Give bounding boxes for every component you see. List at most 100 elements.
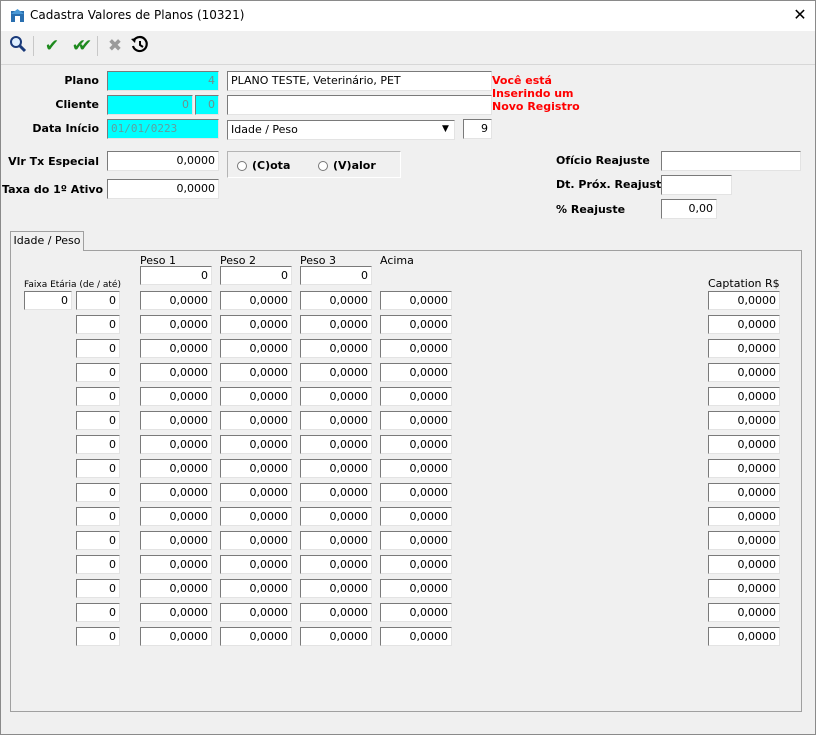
cliente-subcode-field[interactable]: 0 <box>195 95 219 115</box>
close-icon[interactable]: ✕ <box>788 3 812 27</box>
peso3-cell[interactable]: 0,0000 <box>300 579 372 598</box>
peso2-cell[interactable]: 0,0000 <box>220 483 292 502</box>
captation-cell[interactable]: 0,0000 <box>708 363 780 382</box>
peso2-cell[interactable]: 0,0000 <box>220 507 292 526</box>
peso1-cell[interactable]: 0,0000 <box>140 555 212 574</box>
acima-cell[interactable]: 0,0000 <box>380 411 452 430</box>
faixa-ate-cell[interactable]: 0 <box>76 627 120 646</box>
taxa-primeiro-ativo-field[interactable]: 0,0000 <box>107 179 219 199</box>
history-icon[interactable] <box>129 35 151 57</box>
peso2-cell[interactable]: 0,0000 <box>220 363 292 382</box>
captation-cell[interactable]: 0,0000 <box>708 603 780 622</box>
faixa-ate-cell[interactable]: 0 <box>76 411 120 430</box>
captation-cell[interactable]: 0,0000 <box>708 435 780 454</box>
peso1-cell[interactable]: 0,0000 <box>140 435 212 454</box>
peso2-limit-field[interactable]: 0 <box>220 266 292 285</box>
tab-idade-peso[interactable]: Idade / Peso <box>10 231 84 251</box>
captation-cell[interactable]: 0,0000 <box>708 627 780 646</box>
acima-cell[interactable]: 0,0000 <box>380 363 452 382</box>
cota-radio[interactable] <box>237 161 247 171</box>
valor-radio[interactable] <box>318 161 328 171</box>
peso1-cell[interactable]: 0,0000 <box>140 579 212 598</box>
captation-cell[interactable]: 0,0000 <box>708 387 780 406</box>
faixa-ate-cell[interactable]: 0 <box>76 315 120 334</box>
acima-cell[interactable]: 0,0000 <box>380 387 452 406</box>
peso3-cell[interactable]: 0,0000 <box>300 291 372 310</box>
cancel-icon[interactable]: ✖ <box>104 35 126 57</box>
peso3-cell[interactable]: 0,0000 <box>300 555 372 574</box>
faixa-ate-cell[interactable]: 0 <box>76 483 120 502</box>
chevron-down-icon[interactable]: ▼ <box>438 121 453 138</box>
captation-cell[interactable]: 0,0000 <box>708 579 780 598</box>
peso1-cell[interactable]: 0,0000 <box>140 315 212 334</box>
peso2-cell[interactable]: 0,0000 <box>220 531 292 550</box>
peso3-cell[interactable]: 0,0000 <box>300 459 372 478</box>
peso3-limit-field[interactable]: 0 <box>300 266 372 285</box>
peso1-cell[interactable]: 0,0000 <box>140 291 212 310</box>
captation-cell[interactable]: 0,0000 <box>708 459 780 478</box>
captation-cell[interactable]: 0,0000 <box>708 339 780 358</box>
acima-cell[interactable]: 0,0000 <box>380 603 452 622</box>
peso1-cell[interactable]: 0,0000 <box>140 387 212 406</box>
faixa-ate-cell[interactable]: 0 <box>76 459 120 478</box>
faixa-de-cell[interactable]: 0 <box>24 291 72 310</box>
faixa-ate-cell[interactable]: 0 <box>76 603 120 622</box>
peso1-cell[interactable]: 0,0000 <box>140 603 212 622</box>
peso2-cell[interactable]: 0,0000 <box>220 339 292 358</box>
oficio-reajuste-field[interactable] <box>661 151 801 171</box>
peso2-cell[interactable]: 0,0000 <box>220 627 292 646</box>
peso2-cell[interactable]: 0,0000 <box>220 411 292 430</box>
data-inicio-field[interactable]: 01/01/0223 <box>107 119 219 139</box>
peso2-cell[interactable]: 0,0000 <box>220 579 292 598</box>
peso3-cell[interactable]: 0,0000 <box>300 483 372 502</box>
peso3-cell[interactable]: 0,0000 <box>300 363 372 382</box>
tabela-select[interactable]: Idade / Peso <box>227 120 455 140</box>
valor-radio-label[interactable]: (V)alor <box>333 159 376 173</box>
peso1-cell[interactable]: 0,0000 <box>140 411 212 430</box>
captation-cell[interactable]: 0,0000 <box>708 291 780 310</box>
peso3-cell[interactable]: 0,0000 <box>300 603 372 622</box>
captation-cell[interactable]: 0,0000 <box>708 411 780 430</box>
peso3-cell[interactable]: 0,0000 <box>300 315 372 334</box>
captation-cell[interactable]: 0,0000 <box>708 315 780 334</box>
faixa-ate-cell[interactable]: 0 <box>76 555 120 574</box>
peso3-cell[interactable]: 0,0000 <box>300 507 372 526</box>
peso3-cell[interactable]: 0,0000 <box>300 627 372 646</box>
peso2-cell[interactable]: 0,0000 <box>220 387 292 406</box>
acima-cell[interactable]: 0,0000 <box>380 483 452 502</box>
dt-prox-reajuste-field[interactable] <box>661 175 732 195</box>
vlr-tx-especial-field[interactable]: 0,0000 <box>107 151 219 171</box>
faixa-ate-cell[interactable]: 0 <box>76 435 120 454</box>
double-check-icon[interactable]: ✔✔ <box>65 35 93 57</box>
plano-code-field[interactable]: 4 <box>107 71 219 91</box>
peso2-cell[interactable]: 0,0000 <box>220 603 292 622</box>
peso1-cell[interactable]: 0,0000 <box>140 531 212 550</box>
peso2-cell[interactable]: 0,0000 <box>220 459 292 478</box>
cota-radio-label[interactable]: (C)ota <box>252 159 290 173</box>
captation-cell[interactable]: 0,0000 <box>708 483 780 502</box>
faixa-ate-cell[interactable]: 0 <box>76 531 120 550</box>
faixa-ate-cell[interactable]: 0 <box>76 291 120 310</box>
faixa-ate-cell[interactable]: 0 <box>76 387 120 406</box>
peso1-cell[interactable]: 0,0000 <box>140 507 212 526</box>
acima-cell[interactable]: 0,0000 <box>380 507 452 526</box>
faixa-ate-cell[interactable]: 0 <box>76 507 120 526</box>
peso1-cell[interactable]: 0,0000 <box>140 339 212 358</box>
acima-cell[interactable]: 0,0000 <box>380 579 452 598</box>
plano-description-field[interactable]: PLANO TESTE, Veterinário, PET <box>227 71 492 91</box>
check-icon[interactable]: ✔ <box>41 35 63 57</box>
tabela-number-field[interactable]: 9 <box>463 119 492 139</box>
peso1-limit-field[interactable]: 0 <box>140 266 212 285</box>
peso3-cell[interactable]: 0,0000 <box>300 531 372 550</box>
peso2-cell[interactable]: 0,0000 <box>220 291 292 310</box>
peso3-cell[interactable]: 0,0000 <box>300 339 372 358</box>
peso1-cell[interactable]: 0,0000 <box>140 363 212 382</box>
peso3-cell[interactable]: 0,0000 <box>300 411 372 430</box>
peso2-cell[interactable]: 0,0000 <box>220 435 292 454</box>
acima-cell[interactable]: 0,0000 <box>380 291 452 310</box>
peso1-cell[interactable]: 0,0000 <box>140 483 212 502</box>
acima-cell[interactable]: 0,0000 <box>380 339 452 358</box>
acima-cell[interactable]: 0,0000 <box>380 555 452 574</box>
faixa-ate-cell[interactable]: 0 <box>76 363 120 382</box>
faixa-ate-cell[interactable]: 0 <box>76 579 120 598</box>
